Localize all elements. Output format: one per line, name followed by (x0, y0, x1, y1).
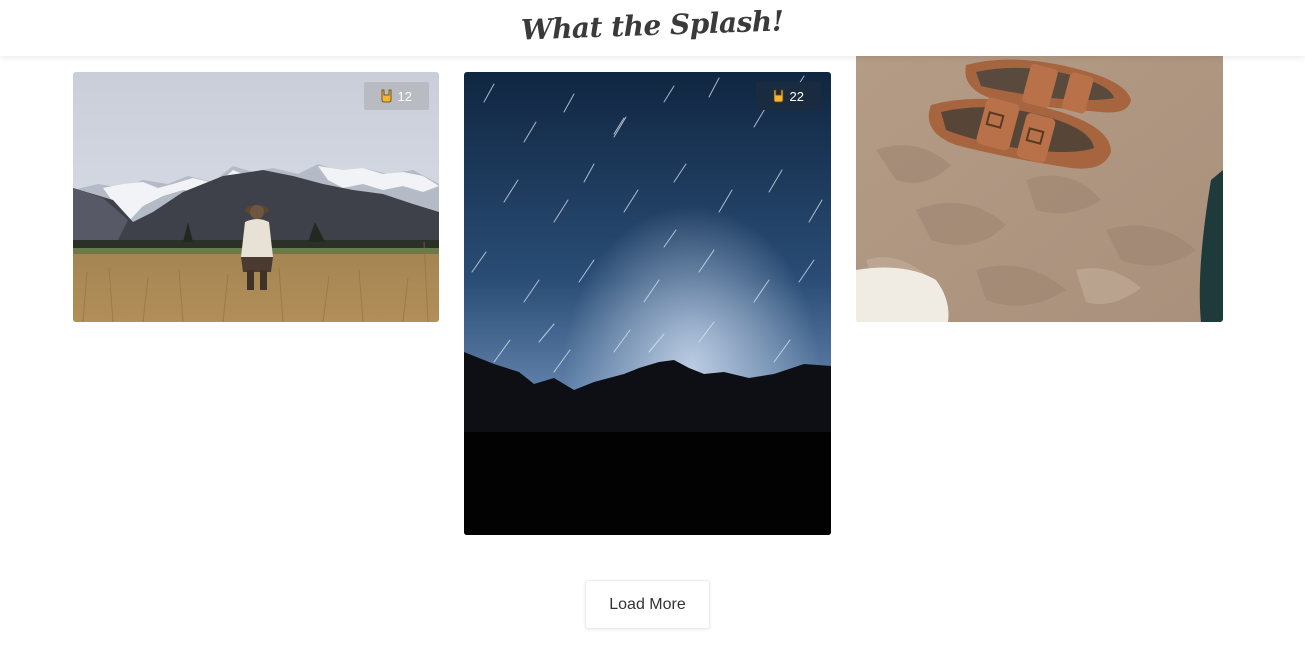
rock-hand-icon (773, 89, 783, 103)
photo-card-1[interactable]: 12 (73, 72, 439, 322)
load-more-button[interactable]: Load More (585, 580, 710, 629)
site-header: What the Splash! (0, 0, 1305, 56)
like-count: 22 (789, 88, 804, 104)
site-title: What the Splash! (520, 3, 785, 47)
photo-sandals-sand (856, 40, 1223, 322)
photo-card-3[interactable] (856, 40, 1223, 322)
like-count: 12 (397, 88, 412, 104)
like-badge[interactable]: 12 (363, 82, 429, 110)
like-badge[interactable]: 22 (755, 82, 821, 110)
photo-star-trails (464, 72, 831, 535)
rock-hand-icon (381, 89, 391, 103)
photo-card-2[interactable]: 22 (464, 72, 831, 535)
